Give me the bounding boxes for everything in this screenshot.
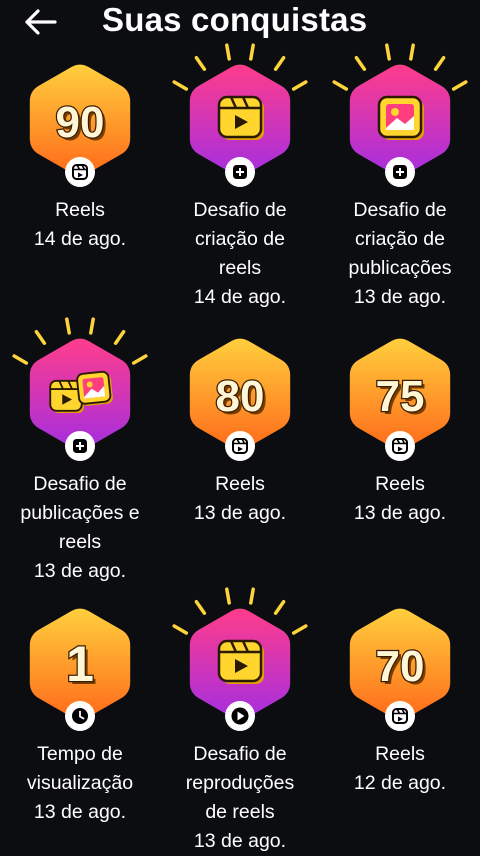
badge-number: 90 (56, 98, 105, 147)
badge-date: 13 de ago. (33, 801, 127, 823)
badge-label: publicações e (20, 502, 140, 524)
badge-label: publicações (348, 257, 452, 279)
badge-label: visualização (26, 772, 134, 794)
reels-icon (385, 431, 415, 461)
milestone-badge-icon: 11 (18, 604, 142, 734)
reels-icon (65, 157, 95, 187)
challenge-badge-icon (332, 43, 468, 190)
badge-label: de reels (205, 801, 275, 823)
milestone-badge-icon: 90 90 (18, 60, 142, 190)
badge-label: criação de (355, 228, 445, 250)
badge-number: 1 (66, 636, 94, 692)
badge-label: Desafio de (33, 473, 127, 495)
badge-date: 13 de ago. (33, 560, 127, 582)
badge-label: Desafio de (353, 199, 447, 221)
play-icon (225, 701, 255, 731)
badge-label: reels (58, 531, 102, 553)
badge-caption: Reels 13 de ago. (320, 470, 480, 528)
reels-icon (385, 701, 415, 731)
badge-label: Reels (375, 743, 425, 765)
badge-date: 13 de ago. (353, 502, 447, 524)
badge-caption: Desafio de criação de publicações 13 de ago… (320, 196, 480, 312)
back-button[interactable] (20, 4, 60, 40)
arrow-left-icon (25, 9, 57, 35)
plus-icon (385, 157, 415, 187)
challenge-badge-icon (172, 587, 308, 734)
badge-number: 80 (216, 372, 265, 421)
badge-caption: Desafio de publicações e reels 13 de ago. (0, 470, 160, 586)
badge-label: reels (218, 257, 262, 279)
badge-caption: Reels 13 de ago. (160, 470, 320, 528)
badge-label: Reels (55, 199, 105, 221)
badge-caption: Desafio de reproduções de reels 13 de ago. (160, 740, 320, 856)
badge-number: 70 (376, 642, 425, 691)
badge-date: 12 de ago. (353, 772, 447, 794)
page-title: Suas conquistas (102, 1, 368, 38)
badge-label: Tempo de (37, 743, 123, 765)
badge-label: Reels (375, 473, 425, 495)
badge-date: 13 de ago. (193, 830, 287, 852)
challenge-badge-icon (172, 43, 308, 190)
plus-icon (65, 431, 95, 461)
badge-number: 75 (376, 372, 425, 421)
badge-label: reproduções (185, 772, 295, 794)
badge-date: 13 de ago. (193, 502, 287, 524)
badge-caption: Reels 14 de ago. (0, 196, 160, 254)
badge-label: Desafio de (193, 743, 287, 765)
badge-caption: Reels 12 de ago. (320, 740, 480, 798)
badge-label: Desafio de (193, 199, 287, 221)
badge-caption: Desafio de criação de reels 14 de ago. (160, 196, 320, 312)
header: Suas conquistas (0, 0, 480, 44)
milestone-badge-icon: 80 80 (178, 334, 302, 464)
plus-icon (225, 157, 255, 187)
challenge-badge-icon (12, 317, 148, 464)
badge-date: 13 de ago. (353, 286, 447, 308)
clock-icon (65, 701, 95, 731)
reels-icon (225, 431, 255, 461)
badge-label: Reels (215, 473, 265, 495)
badge-date: 14 de ago. (193, 286, 287, 308)
badge-caption: Tempo de visualização 13 de ago. (0, 740, 160, 827)
badge-label: criação de (195, 228, 285, 250)
milestone-badge-icon: 75 75 (338, 334, 462, 464)
milestone-badge-icon: 70 70 (338, 604, 462, 734)
badge-date: 14 de ago. (33, 228, 127, 250)
